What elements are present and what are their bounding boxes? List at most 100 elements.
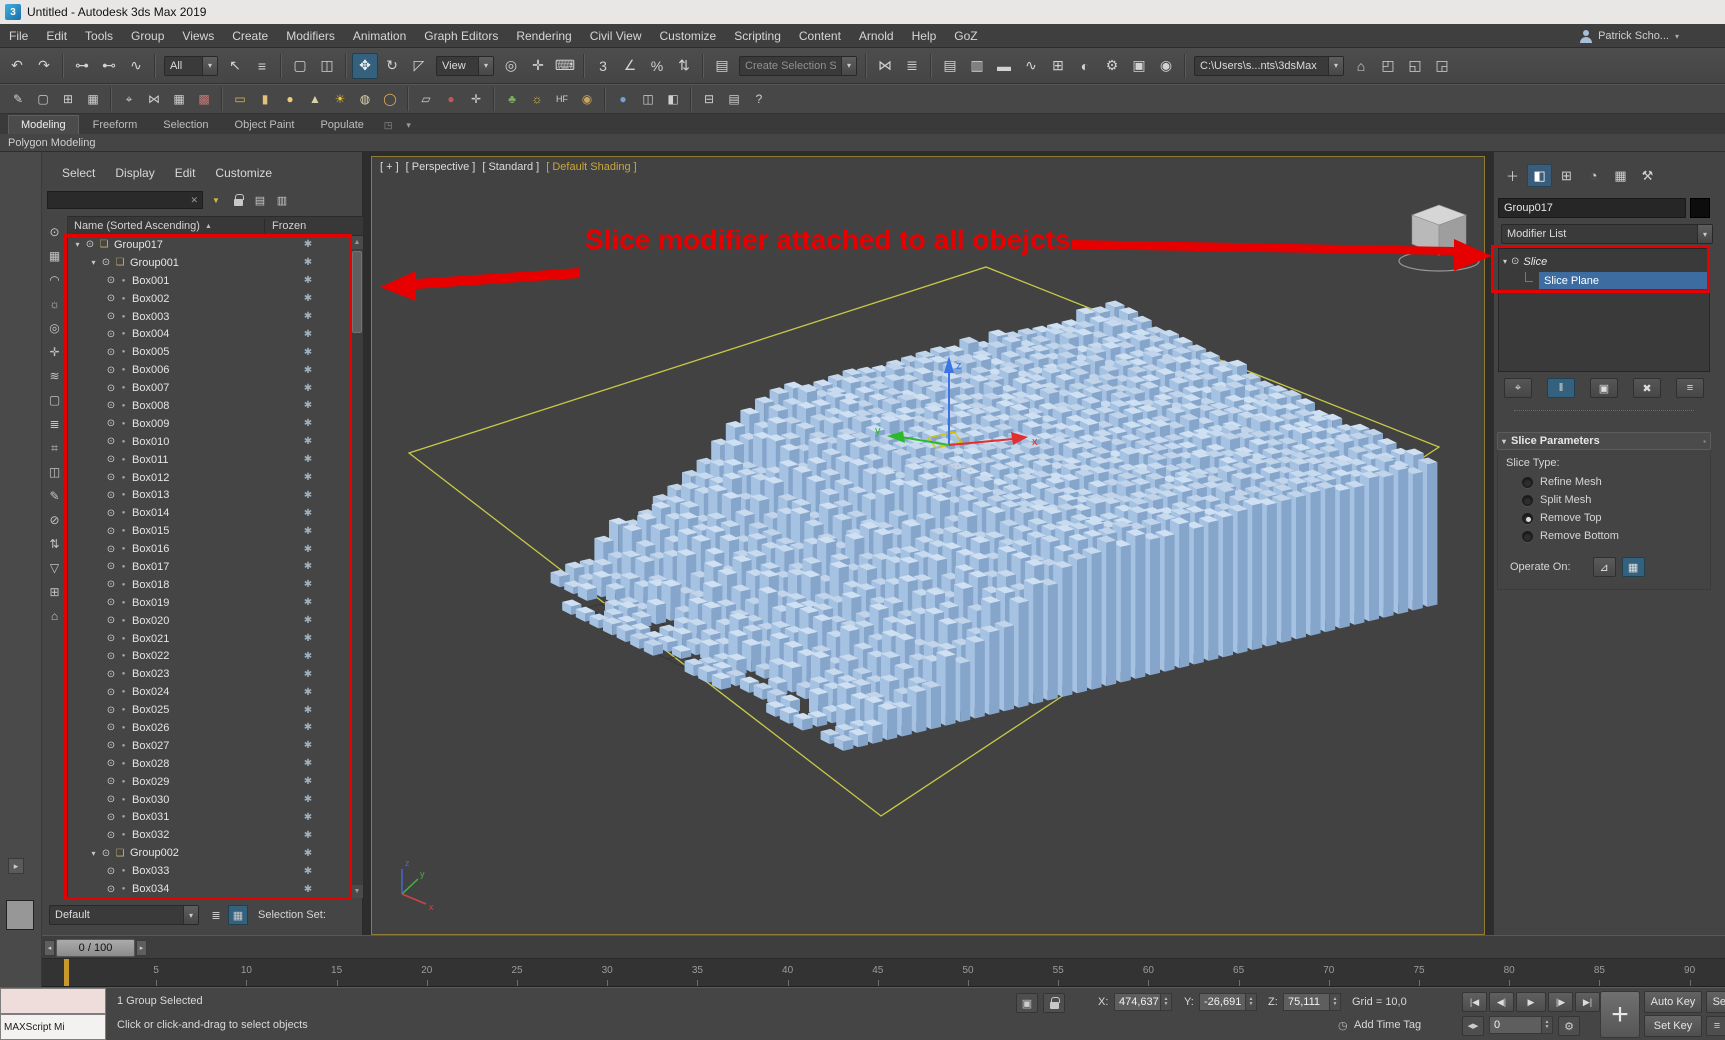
menu-group[interactable]: Group	[122, 24, 173, 47]
explorer-row-object[interactable]: ⊙ ● Box030 ✱	[68, 791, 350, 809]
expand-arrow-icon[interactable]: ▾	[88, 849, 99, 858]
visibility-eye-icon[interactable]: ⊙	[104, 579, 118, 590]
explorer-row-object[interactable]: ⊙ ● Box003 ✱	[68, 308, 350, 326]
explorer-row-object[interactable]: ⊙ ● Box021 ✱	[68, 630, 350, 648]
polygon-modeling-panel[interactable]: Polygon Modeling	[0, 134, 1725, 152]
stack-entry-slice[interactable]: ▾ ⊙ Slice	[1499, 252, 1709, 271]
macro-recorder-pane[interactable]	[0, 988, 106, 1014]
viewport-menu-plus[interactable]: [ + ]	[380, 161, 399, 173]
compose-icon[interactable]: ◫	[636, 88, 660, 110]
select-by-name-icon[interactable]: ≡	[249, 53, 275, 79]
y-coord-field[interactable]: -26,691 ▲ ▼	[1199, 993, 1257, 1011]
rendered-frame-window-icon[interactable]: ▣	[1126, 53, 1152, 79]
selected-track-set-dropdown[interactable]: Selected	[1706, 991, 1725, 1013]
selection-filter-dropdown[interactable]: All ▾	[164, 55, 218, 76]
ribbon-config-icon[interactable]: ◳	[378, 117, 399, 134]
toggle-scene-explorer-icon[interactable]: ▤	[937, 53, 963, 79]
visibility-eye-icon[interactable]: ⊙	[104, 311, 118, 322]
plane-helper-icon[interactable]: ▱	[414, 88, 438, 110]
lock-cell-editing-icon[interactable]: ⊘	[44, 508, 66, 532]
go-to-end-button[interactable]: ▶|	[1575, 992, 1600, 1012]
rollout-header[interactable]: ▾ Slice Parameters ▪	[1497, 432, 1711, 450]
help-icon[interactable]: ?	[747, 88, 771, 110]
z-coord-field[interactable]: 75,111 ▲ ▼	[1283, 993, 1341, 1011]
pivot-tool-icon[interactable]: ⌖	[117, 88, 141, 110]
explorer-row-object[interactable]: ⊙ ● Box026 ✱	[68, 719, 350, 737]
color-swatch[interactable]	[6, 900, 34, 930]
sphere-blue-icon[interactable]: ●	[611, 88, 635, 110]
display-groups-icon[interactable]: ▢	[44, 388, 66, 412]
keyboard-shortcut-override-icon[interactable]: ⌨	[552, 53, 578, 79]
create-tab-icon[interactable]: ＋	[1500, 164, 1525, 187]
visibility-eye-icon[interactable]: ⊙	[104, 705, 118, 716]
daylight-icon[interactable]: ☼	[525, 88, 549, 110]
notes-icon[interactable]: ▤	[722, 88, 746, 110]
select-and-manipulate-icon[interactable]: ✛	[525, 53, 551, 79]
explorer-row-group[interactable]: ▾ ⊙ ❏ Group017 ✱	[68, 236, 350, 254]
foliage-icon[interactable]: ♣	[500, 88, 524, 110]
explorer-row-object[interactable]: ⊙ ● Box033 ✱	[68, 862, 350, 880]
track-bar[interactable]: 5 10 15 20 25 30 35 40 45 50 55 60 65 70 75 80 85 90	[42, 959, 1725, 987]
explorer-row-object[interactable]: ⊙ ● Box017 ✱	[68, 558, 350, 576]
current-frame-marker[interactable]	[64, 959, 69, 986]
geosphere-primitive-icon[interactable]: ◍	[353, 88, 377, 110]
menu-scripting[interactable]: Scripting	[725, 24, 790, 47]
viewport-camera-label[interactable]: [ Perspective ]	[406, 161, 476, 173]
remove-modifier-button[interactable]: ✖	[1633, 378, 1661, 398]
explorer-row-object[interactable]: ⊙ ● Box028 ✱	[68, 755, 350, 773]
play-button[interactable]: ▶	[1516, 992, 1546, 1012]
tab-object-paint[interactable]: Object Paint	[223, 116, 307, 134]
display-shapes-icon[interactable]: ◠	[44, 268, 66, 292]
expand-arrow-icon[interactable]: ▾	[1503, 257, 1507, 266]
project-folder-combo[interactable]: C:\Users\s...nts\3dsMax ▾	[1194, 55, 1344, 76]
tab-freeform[interactable]: Freeform	[81, 116, 150, 134]
visibility-eye-icon[interactable]: ⊙	[104, 400, 118, 411]
spinner-icon[interactable]: ▲ ▼	[1245, 994, 1256, 1010]
point-helper-icon[interactable]: ●	[439, 88, 463, 110]
show-end-result-button[interactable]: ‖	[1547, 378, 1575, 398]
menu-create[interactable]: Create	[223, 24, 277, 47]
undo-icon[interactable]: ↶	[4, 53, 30, 79]
effects-sphere-icon[interactable]: ◉	[575, 88, 599, 110]
curve-editor-icon[interactable]: ∿	[1018, 53, 1044, 79]
visibility-eye-icon[interactable]: ⊙	[104, 561, 118, 572]
select-and-rotate-icon[interactable]: ↻	[379, 53, 405, 79]
isolate-selection-toggle[interactable]: ▣	[1016, 993, 1038, 1013]
menu-civil-view[interactable]: Civil View	[581, 24, 651, 47]
explorer-row-object[interactable]: ⊙ ● Box013 ✱	[68, 486, 350, 504]
reference-coordinate-dropdown[interactable]: View ▾	[436, 55, 494, 76]
utilities-tab-icon[interactable]: ⚒	[1635, 164, 1660, 187]
menu-file[interactable]: File	[0, 24, 37, 47]
material-editor-icon[interactable]: ◐	[1072, 53, 1098, 79]
render-elements-icon[interactable]: ◧	[661, 88, 685, 110]
view-cube[interactable]	[1398, 204, 1480, 272]
visibility-eye-icon[interactable]: ⊙	[104, 633, 118, 644]
workspace-layout-1-icon[interactable]: ◰	[1375, 53, 1401, 79]
tab-modeling[interactable]: Modeling	[8, 115, 79, 134]
display-geometry-icon[interactable]: ▦	[44, 244, 66, 268]
align-icon[interactable]: ≣	[899, 53, 925, 79]
spinner-icon[interactable]: ▲ ▼	[1541, 1017, 1552, 1033]
explorer-row-object[interactable]: ⊙ ● Box025 ✱	[68, 701, 350, 719]
select-objects-icon[interactable]: ⊙	[44, 220, 66, 244]
visibility-eye-icon[interactable]: ⊙	[104, 597, 118, 608]
visibility-eye-icon[interactable]: ⊙	[104, 794, 118, 805]
menu-animation[interactable]: Animation	[344, 24, 415, 47]
spinner-icon[interactable]: ▲ ▼	[1329, 994, 1340, 1010]
maxscript-mini-listener[interactable]: MAXScript Mi	[0, 1014, 106, 1040]
previous-frame-button[interactable]: ◀|	[1489, 992, 1514, 1012]
filter-presets-icon[interactable]: ▽	[44, 556, 66, 580]
layer-grid-icon[interactable]: ⊞	[56, 88, 80, 110]
visibility-eye-icon[interactable]: ⊙	[104, 293, 118, 304]
viewport-shading-label[interactable]: [ Default Shading ]	[546, 161, 637, 173]
explorer-row-object[interactable]: ⊙ ● Box019 ✱	[68, 594, 350, 612]
next-frame-button[interactable]: |▶	[1548, 992, 1573, 1012]
menu-graph-editors[interactable]: Graph Editors	[415, 24, 507, 47]
menu-edit[interactable]: Edit	[37, 24, 76, 47]
set-key-button[interactable]: Set Key	[1644, 1015, 1702, 1037]
scrollbar-thumb[interactable]	[352, 251, 362, 333]
workspace-layout-3-icon[interactable]: ◲	[1429, 53, 1455, 79]
visibility-eye-icon[interactable]: ⊙	[104, 347, 118, 358]
named-selection-sets-combo[interactable]: Create Selection Set ▾	[739, 55, 857, 76]
explorer-row-object[interactable]: ⊙ ● Box011 ✱	[68, 451, 350, 469]
